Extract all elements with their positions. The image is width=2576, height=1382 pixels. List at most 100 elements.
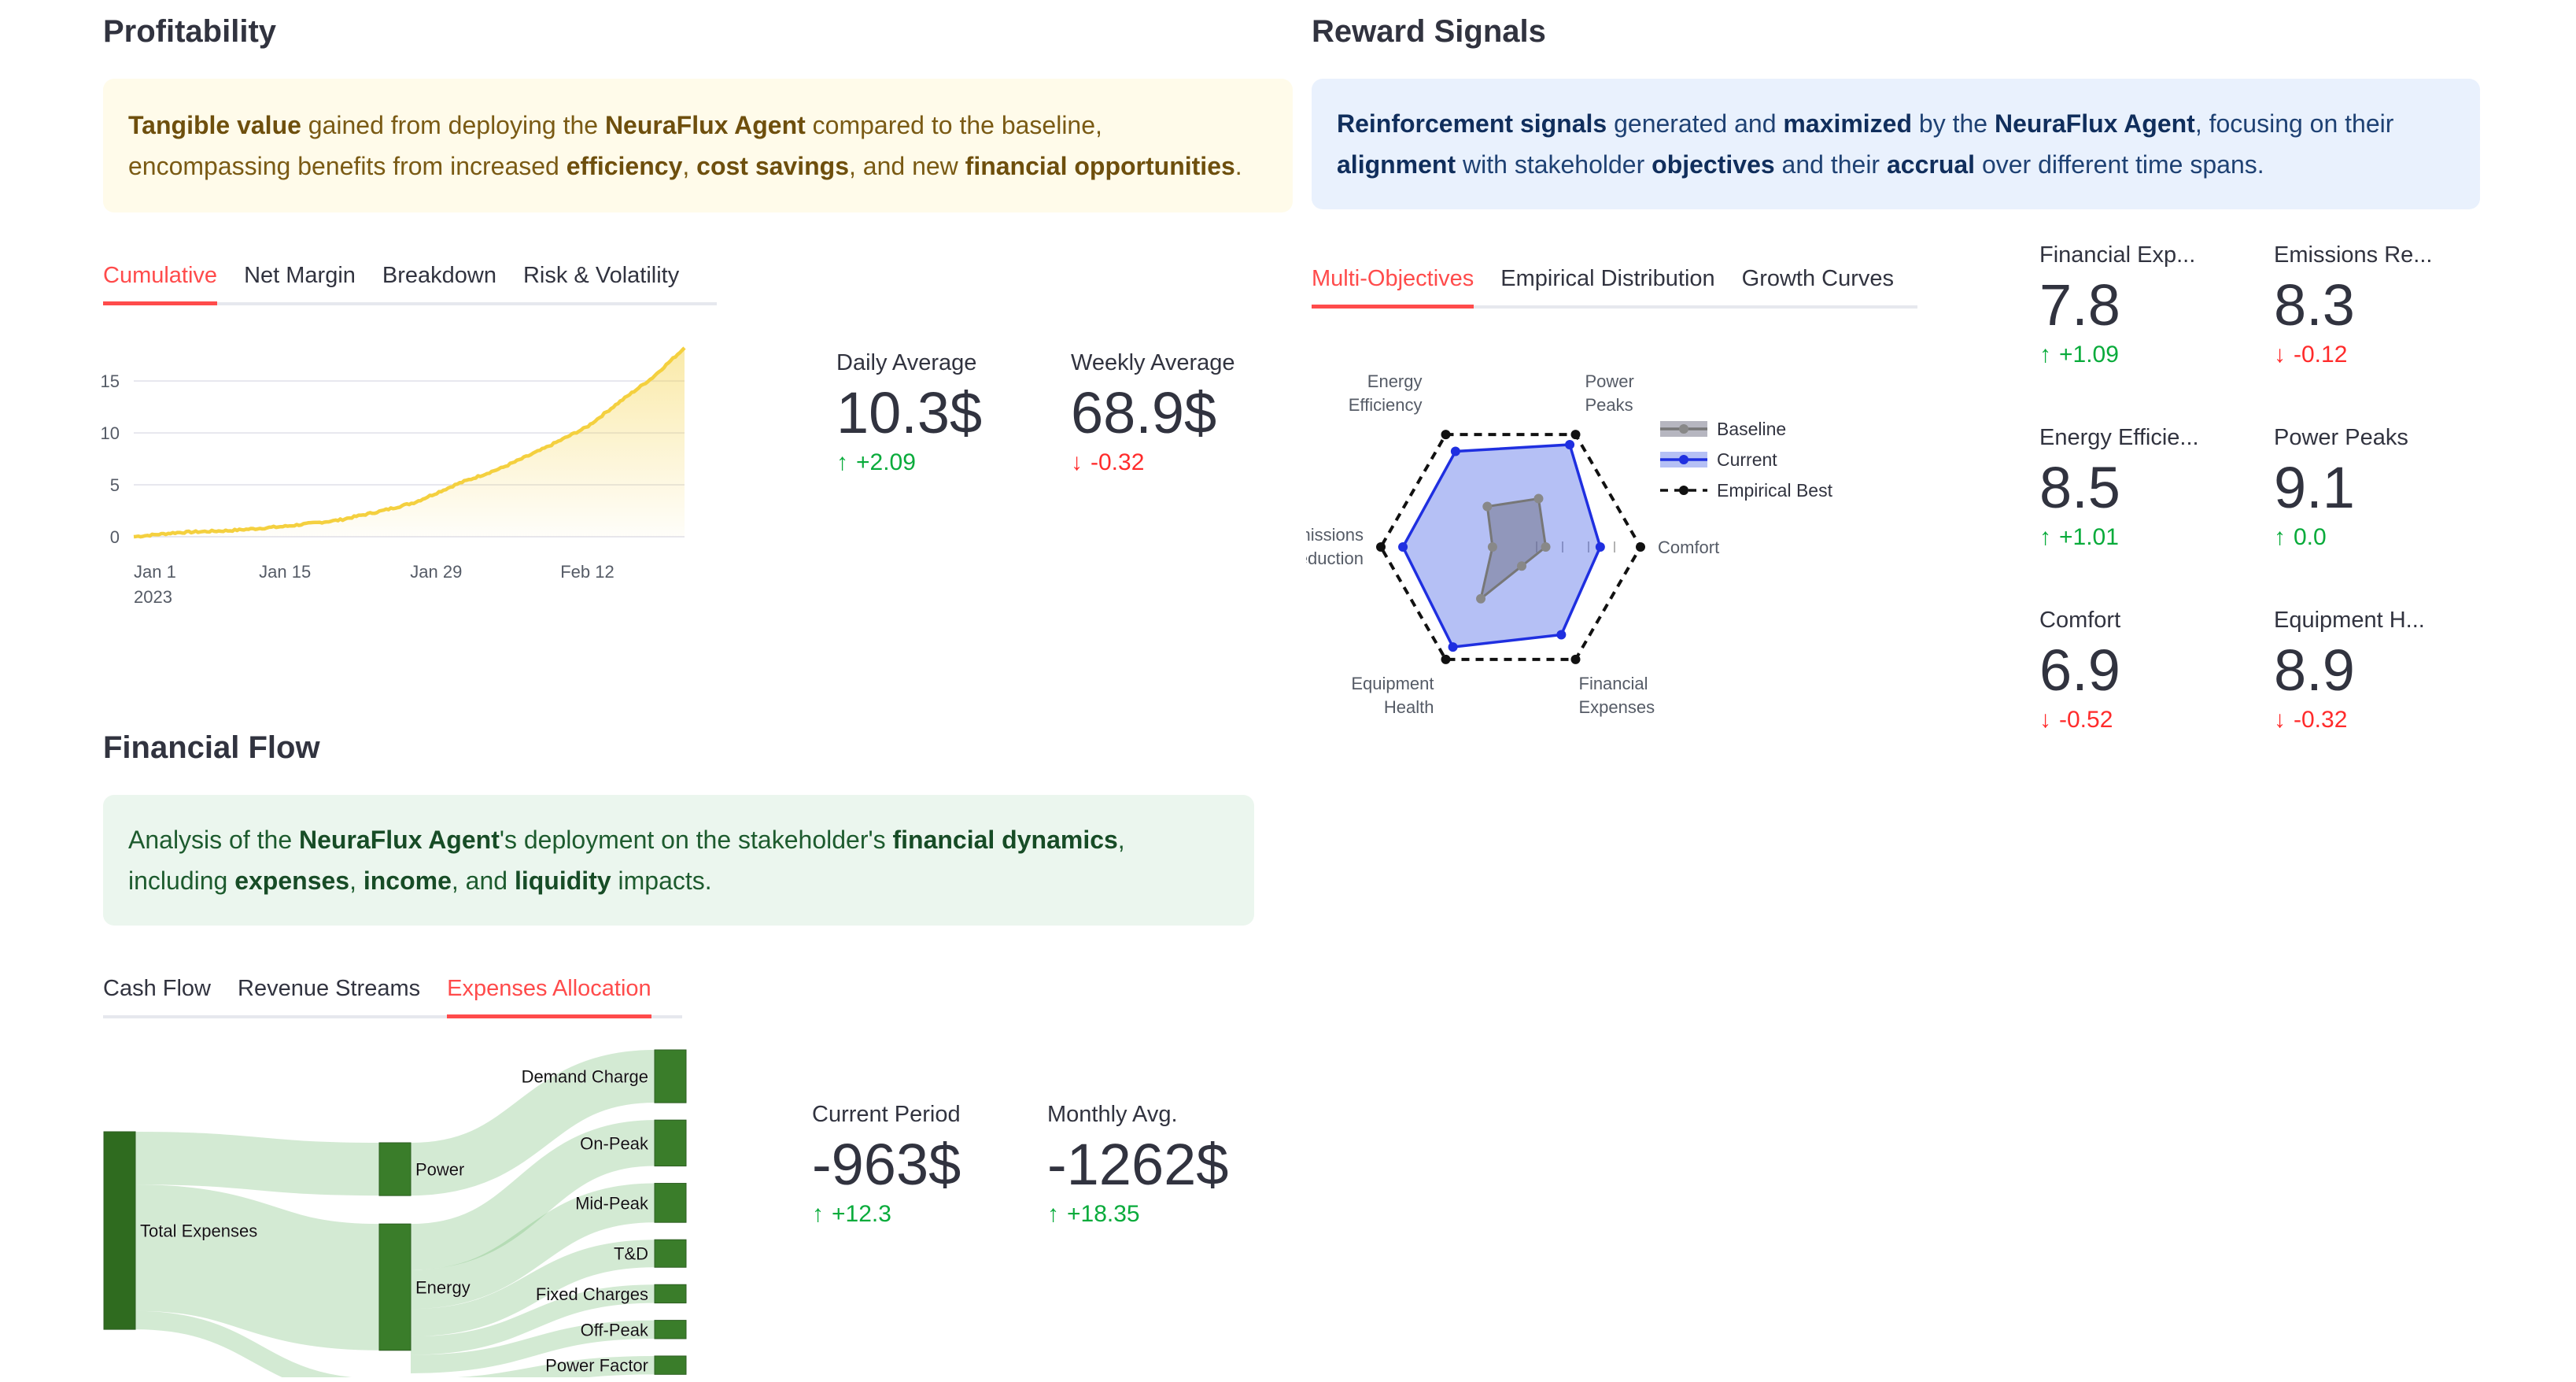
callout-text: , and: [451, 867, 515, 895]
radar-point: [1487, 542, 1497, 552]
sankey-node: [654, 1239, 687, 1268]
radar-point: [1376, 542, 1386, 552]
arrow-up-icon: ↑: [812, 1201, 824, 1228]
axis-label: Power Peaks: [1585, 371, 1634, 415]
metric-current-period: Current Period -963$ ↑ +12.3: [812, 1102, 961, 1228]
callout-text: , and new: [849, 152, 965, 180]
tab-expenses-allocation[interactable]: Expenses Allocation: [447, 971, 651, 1018]
sankey-node-label: Fixed Charges: [536, 1284, 648, 1304]
expenses-sankey: Total ExpensesPowerEnergyReactivePowerDe…: [103, 1049, 687, 1377]
metric-label: Power Peaks: [2274, 425, 2408, 450]
financial-tabs: Cash Flow Revenue Streams Expenses Alloc…: [103, 971, 682, 1018]
radar-point: [1441, 430, 1451, 440]
sankey-node: [654, 1284, 687, 1304]
sankey-node-label: Power: [415, 1160, 464, 1180]
callout-text: gained from deploying the: [301, 111, 605, 139]
sankey-node-label: Total Expenses: [140, 1221, 257, 1241]
callout-text: objectives: [1652, 150, 1775, 179]
x-tick-label: Jan 1 2023: [134, 562, 176, 607]
metric-label: Daily Average: [836, 350, 977, 375]
callout-text: Reinforcement signals: [1337, 109, 1607, 138]
callout-text: Tangible value: [128, 111, 301, 139]
x-tick-label: Jan 29: [410, 562, 462, 582]
delta-value: +1.09: [2059, 342, 2119, 368]
metric-emissions-reduction: Emissions Re... 8.3 ↓ -0.12: [2274, 242, 2432, 368]
tab-net-margin[interactable]: Net Margin: [244, 258, 356, 302]
metric-comfort: Comfort 6.9 ↓ -0.52: [2039, 608, 2120, 733]
profitability-callout: Tangible value gained from deploying the…: [103, 79, 1293, 212]
sankey-node-label: Demand Charge: [522, 1067, 648, 1087]
metric-delta: ↑ +18.35: [1047, 1201, 1228, 1228]
sankey-node: [654, 1119, 687, 1167]
cumulative-chart: 0 5 10 15 Jan 1 2023 Jan 15 Jan 29 Feb 12: [101, 346, 686, 607]
metric-delta: ↓ -0.32: [2274, 707, 2425, 733]
metric-value: 8.5: [2039, 455, 2120, 520]
sankey-node-label: Power Factor: [545, 1356, 648, 1376]
metric-delta: ↓ -0.12: [2274, 342, 2432, 368]
x-tick-label: Feb 12: [560, 562, 614, 582]
radar-point: [1595, 542, 1605, 552]
axis-label: Energy Efficiency: [1349, 371, 1423, 415]
metric-energy-efficiency: Energy Efficie... 8.5 ↑ +1.01: [2039, 425, 2199, 551]
profitability-title: Profitability: [103, 14, 277, 49]
radar-point: [1448, 642, 1458, 652]
callout-text: .: [1234, 152, 1242, 180]
reward-callout: Reinforcement signals generated and maxi…: [1312, 79, 2480, 209]
tab-empirical-distribution[interactable]: Empirical Distribution: [1500, 261, 1714, 305]
arrow-up-icon: ↑: [2039, 342, 2051, 368]
metric-label: Comfort: [2039, 608, 2121, 633]
callout-text: over different time spans.: [1975, 150, 2264, 179]
callout-text: cost savings: [696, 152, 849, 180]
profitability-tabs: Cumulative Net Margin Breakdown Risk & V…: [103, 258, 717, 305]
metric-value: 10.3$: [836, 380, 983, 445]
tab-breakdown[interactable]: Breakdown: [382, 258, 496, 302]
metric-value: 8.3: [2274, 272, 2355, 338]
sankey-link: [135, 1132, 380, 1196]
callout-text: impacts.: [611, 867, 712, 895]
metric-delta: ↑ +12.3: [812, 1201, 961, 1228]
tab-cash-flow[interactable]: Cash Flow: [103, 971, 211, 1015]
delta-value: +1.01: [2059, 524, 2119, 551]
axis-label: EmissionsReduction: [1306, 525, 1364, 568]
y-tick-label: 15: [101, 371, 120, 391]
sankey-node: [654, 1320, 687, 1340]
callout-text: financial dynamics: [892, 826, 1118, 854]
legend-label: Baseline: [1717, 419, 1786, 439]
legend-marker: [1679, 424, 1688, 434]
reward-signals-title: Reward Signals: [1312, 14, 1546, 49]
callout-text: maximized: [1783, 109, 1913, 138]
metric-value: 9.1: [2274, 455, 2355, 520]
radar-point: [1565, 439, 1575, 449]
tab-risk-volatility[interactable]: Risk & Volatility: [523, 258, 679, 302]
tab-cumulative[interactable]: Cumulative: [103, 258, 218, 305]
metric-weekly-average: Weekly Average 68.9$ ↓ -0.32: [1071, 350, 1235, 476]
metric-financial-expenses: Financial Exp... 7.8 ↑ +1.09: [2039, 242, 2195, 368]
delta-value: -0.12: [2294, 342, 2348, 368]
callout-text: financial opportunities: [965, 152, 1235, 180]
financial-callout: Analysis of the NeuraFlux Agent's deploy…: [103, 795, 1254, 926]
radar-point: [1482, 501, 1493, 512]
metric-value: 6.9: [2039, 637, 2120, 703]
radar-point: [1450, 446, 1460, 456]
callout-text: alignment: [1337, 150, 1456, 179]
radar-point: [1533, 493, 1544, 504]
delta-value: -0.32: [1091, 449, 1145, 476]
radar-point: [1541, 542, 1551, 552]
arrow-down-icon: ↓: [2274, 342, 2286, 368]
metric-value: 68.9$: [1071, 380, 1217, 445]
axis-label: Financial Expenses: [1579, 674, 1655, 717]
radar-point: [1556, 630, 1567, 640]
sankey-node-label: Mid-Peak: [575, 1193, 649, 1213]
tab-revenue-streams[interactable]: Revenue Streams: [238, 971, 420, 1015]
sankey-node: [103, 1131, 136, 1330]
arrow-up-icon: ↑: [2274, 524, 2286, 551]
tab-growth-curves[interactable]: Growth Curves: [1742, 261, 1894, 305]
callout-text: ,: [349, 867, 364, 895]
tab-multi-objectives[interactable]: Multi-Objectives: [1312, 261, 1474, 309]
radar-point: [1517, 561, 1527, 571]
callout-text: , focusing on their: [2194, 109, 2394, 138]
metric-value: -963$: [812, 1132, 961, 1197]
area-fill: [134, 348, 685, 538]
legend-marker: [1679, 486, 1688, 495]
delta-value: +12.3: [832, 1201, 891, 1228]
